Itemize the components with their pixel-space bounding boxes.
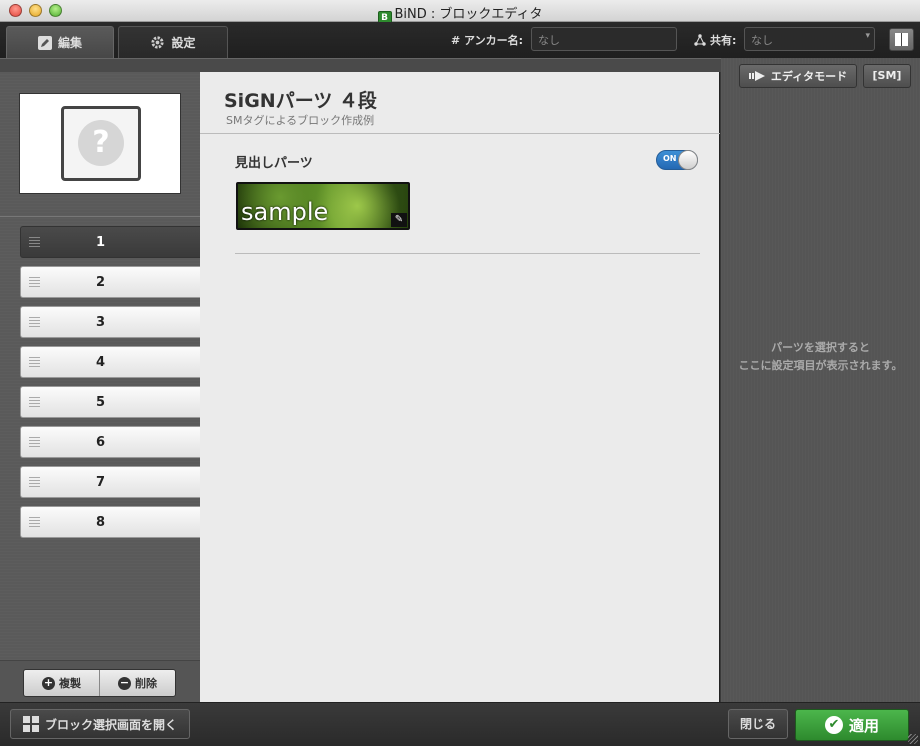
page-subtitle: SMタグによるブロック作成例 (226, 114, 375, 127)
book-icon[interactable] (889, 28, 914, 51)
duplicate-delete-group: + 複製 − 削除 (23, 669, 176, 697)
grid-icon (23, 716, 39, 732)
question-icon: ? (78, 120, 124, 166)
page-title: SiGNパーツ ４段 (224, 90, 377, 112)
editor-mode-label: エディタモード (770, 70, 848, 83)
divider (200, 133, 720, 134)
list-item-label: 1 (95, 235, 106, 250)
check-icon: ✔ (824, 716, 843, 734)
gear-icon (151, 36, 165, 49)
part-toggle[interactable]: ON (656, 150, 698, 170)
list-item-label: 5 (95, 395, 106, 410)
tab-edit-label: 編集 (57, 36, 82, 50)
divider (235, 253, 700, 254)
sm-button[interactable]: [SM] (863, 64, 911, 88)
settings-panel: エディタモード [SM] パーツを選択すると ここに設定項目が表示されます。 (721, 58, 920, 702)
window-title: BiND : ブロックエディタ (394, 7, 543, 22)
thumbnail-frame: ? (61, 106, 141, 181)
tab-edit[interactable]: 編集 (6, 26, 114, 58)
list-item-label: 2 (95, 275, 106, 290)
title-bar: B BiND : ブロックエディタ (0, 0, 920, 25)
toggle-knob (678, 150, 698, 170)
share-icon (694, 34, 706, 46)
apply-label: 適用 (848, 716, 879, 735)
list-item-label: 4 (95, 355, 106, 370)
list-item-label: 6 (95, 435, 106, 450)
editor-mode-button[interactable]: エディタモード (739, 64, 857, 88)
footer: ブロック選択画面を開く 閉じる ✔ 適用 (0, 702, 920, 746)
block-editor-main: SiGNパーツ ４段 SMタグによるブロック作成例 見出しパーツ ON samp… (200, 72, 720, 702)
duplicate-label: 複製 (59, 677, 81, 690)
share-label: 共有: (710, 34, 737, 47)
list-item[interactable]: 4 (20, 346, 200, 378)
apply-button[interactable]: ✔ 適用 (795, 709, 909, 741)
duplicate-button[interactable]: + 複製 (24, 670, 99, 696)
hint-line: パーツを選択すると (771, 341, 870, 354)
settings-hint: パーツを選択すると ここに設定項目が表示されます。 (721, 339, 920, 375)
list-item-label: 3 (95, 315, 106, 330)
share-select-value: なし (751, 34, 773, 47)
open-book-icon (895, 33, 908, 46)
list-item-label: 8 (95, 515, 106, 530)
share-select[interactable]: なし ▾ (744, 27, 875, 51)
arrow-right-icon (748, 71, 765, 81)
tab-settings[interactable]: 設定 (118, 26, 228, 58)
pencil-icon (37, 35, 52, 50)
list-item[interactable]: 8 (20, 506, 200, 538)
list-actions: + 複製 − 削除 (0, 660, 200, 702)
block-thumbnail: ? (19, 93, 181, 194)
list-item[interactable]: 3 (20, 306, 200, 338)
toolbar: 編集 設定 # アンカー名: なし 共有: なし ▾ (0, 22, 920, 58)
delete-button[interactable]: − 削除 (99, 670, 175, 696)
chevron-down-icon: ▾ (865, 31, 870, 41)
anchor-input[interactable]: なし (531, 27, 677, 51)
minus-icon: − (118, 675, 131, 690)
plus-icon: + (42, 675, 55, 690)
hint-line: ここに設定項目が表示されます。 (738, 359, 903, 372)
divider (0, 216, 200, 217)
edit-image-icon[interactable]: ✎ (391, 213, 407, 227)
anchor-label: # アンカー名: (451, 34, 524, 47)
list-item[interactable]: 1 (20, 226, 200, 258)
toggle-label: ON (663, 154, 677, 163)
list-item[interactable]: 7 (20, 466, 200, 498)
list-item[interactable]: 6 (20, 426, 200, 458)
list-item-label: 7 (95, 475, 106, 490)
list-item[interactable]: 2 (20, 266, 200, 298)
tab-settings-label: 設定 (171, 36, 196, 50)
resize-grip-icon[interactable] (908, 734, 918, 744)
part-label: 見出しパーツ (235, 156, 313, 171)
sample-image-text: sample (241, 198, 329, 226)
open-block-selector-button[interactable]: ブロック選択画面を開く (10, 709, 190, 739)
sample-image[interactable]: sample ✎ (236, 182, 410, 230)
list-item[interactable]: 5 (20, 386, 200, 418)
close-button[interactable]: 閉じる (728, 709, 788, 739)
open-block-label: ブロック選択画面を開く (45, 717, 178, 732)
delete-label: 削除 (135, 677, 157, 690)
